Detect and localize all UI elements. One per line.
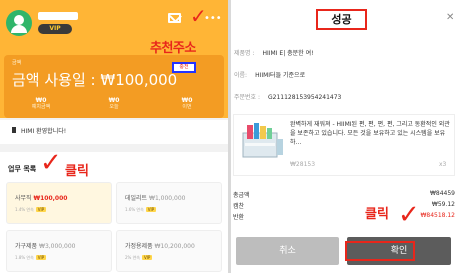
- stat-label: 오늘: [109, 104, 119, 110]
- stat-deposit: ₩0 예치금액: [16, 97, 66, 111]
- annotation-highlight-box: [345, 241, 415, 261]
- product-card: 완벽하게 재워져 - HIIMI된 편, 편, 편, 편, 그리고 동환적인 외…: [233, 114, 455, 176]
- speaker-icon: [12, 127, 18, 133]
- summary-total: 총금액 ₩84459: [233, 190, 455, 199]
- username-redacted: [38, 12, 78, 20]
- vip-tag: VIP: [145, 207, 157, 212]
- balance-text: 금액 사용일 : ₩100,000: [12, 71, 178, 89]
- info-product-name: 제품명 : HIIMI E| 충분한 여!: [234, 50, 314, 57]
- charge-button[interactable]: 충전: [172, 62, 196, 73]
- product-quantity: x3: [439, 161, 447, 168]
- info-name: 이름: HIIMI터들 기준으로: [234, 72, 306, 79]
- annotation-check-icon: ✓: [190, 4, 207, 28]
- task-meta: 2% 연속 VIP: [125, 255, 153, 260]
- task-list-title: 업무 목록: [8, 165, 37, 173]
- balance-label: 금액: [12, 60, 22, 66]
- summary-value: ₩84518.12: [420, 212, 455, 219]
- summary-value: ₩84459: [429, 190, 455, 197]
- task-card[interactable]: 데일리트 ₩1,000,000 1.6% 연속 VIP: [116, 182, 222, 224]
- stat-value: ₩0: [181, 97, 193, 104]
- summary-label: 캠찬: [233, 203, 245, 210]
- task-price: ₩3,000,000: [39, 243, 76, 250]
- task-section: 업무 목록 ✓ 클릭 사무직 ₩100,000 1.4% 연속 VIP 데일리트 …: [0, 148, 228, 273]
- summary-commission: 캠찬 ₩59.12: [233, 201, 455, 210]
- order-success-dialog: 성공 ✕ 제품명 : HIIMI E| 충분한 여! 이름: HIIMI터들 기준으…: [231, 0, 457, 273]
- vip-tag: VIP: [141, 255, 153, 260]
- task-meta: 1.6% 연속 VIP: [125, 207, 157, 212]
- info-order-number: 주문번호 : G211128153954241473: [234, 94, 342, 101]
- mail-icon[interactable]: [168, 13, 181, 23]
- task-meta: 1.4% 연속 VIP: [15, 207, 47, 212]
- stat-today: ₩0 오늘: [89, 97, 139, 111]
- notice-bar[interactable]: HIMI 환영합니다!: [0, 120, 228, 144]
- task-card[interactable]: 가구제품 ₩3,000,000 1.8% 연속 VIP: [6, 230, 112, 272]
- avatar[interactable]: [6, 10, 32, 36]
- task-name: 사무직 ₩100,000: [15, 195, 68, 202]
- stat-this: ₩0 이번: [162, 97, 212, 111]
- product-price: ₩28153: [290, 161, 316, 168]
- vip-tag: VIP: [35, 255, 47, 260]
- vip-tag: VIP: [35, 207, 47, 212]
- annotation-check-icon: ✓: [40, 148, 62, 178]
- task-card[interactable]: 사무직 ₩100,000 1.4% 연속 VIP: [6, 182, 112, 224]
- summary-return: 반환 ₩84518.12: [233, 212, 455, 221]
- summary-value: ₩59.12: [431, 201, 455, 208]
- summary-label: 반환: [233, 214, 245, 221]
- cancel-button[interactable]: 취소: [236, 237, 339, 265]
- stat-label: 예치금액: [31, 104, 51, 110]
- notice-text: HIMI 환영합니다!: [21, 128, 67, 135]
- close-icon[interactable]: ✕: [446, 12, 454, 23]
- task-meta: 1.8% 연속 VIP: [15, 255, 47, 260]
- click-annotation: 클릭: [65, 164, 89, 179]
- task-price: ₩100,000: [33, 195, 68, 202]
- product-image: [242, 123, 283, 158]
- click-annotation: 클릭: [365, 207, 389, 222]
- stat-label: 이번: [182, 104, 192, 110]
- product-description: 완벽하게 재워져 - HIIMI된 편, 편, 편, 편, 그리고 동환적인 외…: [290, 121, 450, 146]
- task-price: ₩1,000,000: [149, 195, 186, 202]
- task-name: 가구제품 ₩3,000,000: [15, 243, 76, 250]
- task-name: 데일리트 ₩1,000,000: [125, 195, 186, 202]
- task-card[interactable]: 가정용제품 ₩10,200,000 2% 연속 VIP: [116, 230, 222, 272]
- stat-value: ₩0: [108, 97, 120, 104]
- balance-card: 금액 금액 사용일 : ₩100,000 충전 ₩0 예치금액 ₩0 오늘 ₩0…: [4, 55, 224, 118]
- vip-badge: VIP: [38, 24, 72, 34]
- home-screen: VIP ••• ✓ 추천주소 금액 금액 사용일 : ₩100,000 충전 ₩…: [0, 0, 228, 273]
- task-price: ₩10,200,000: [154, 243, 195, 250]
- dialog-title: 성공: [316, 9, 367, 30]
- annotation-check-icon: ✓: [398, 200, 420, 230]
- stat-value: ₩0: [35, 97, 47, 104]
- task-name: 가정용제품 ₩10,200,000: [125, 243, 195, 250]
- summary-label: 총금액: [233, 192, 250, 199]
- referral-annotation: 추천주소: [150, 41, 196, 56]
